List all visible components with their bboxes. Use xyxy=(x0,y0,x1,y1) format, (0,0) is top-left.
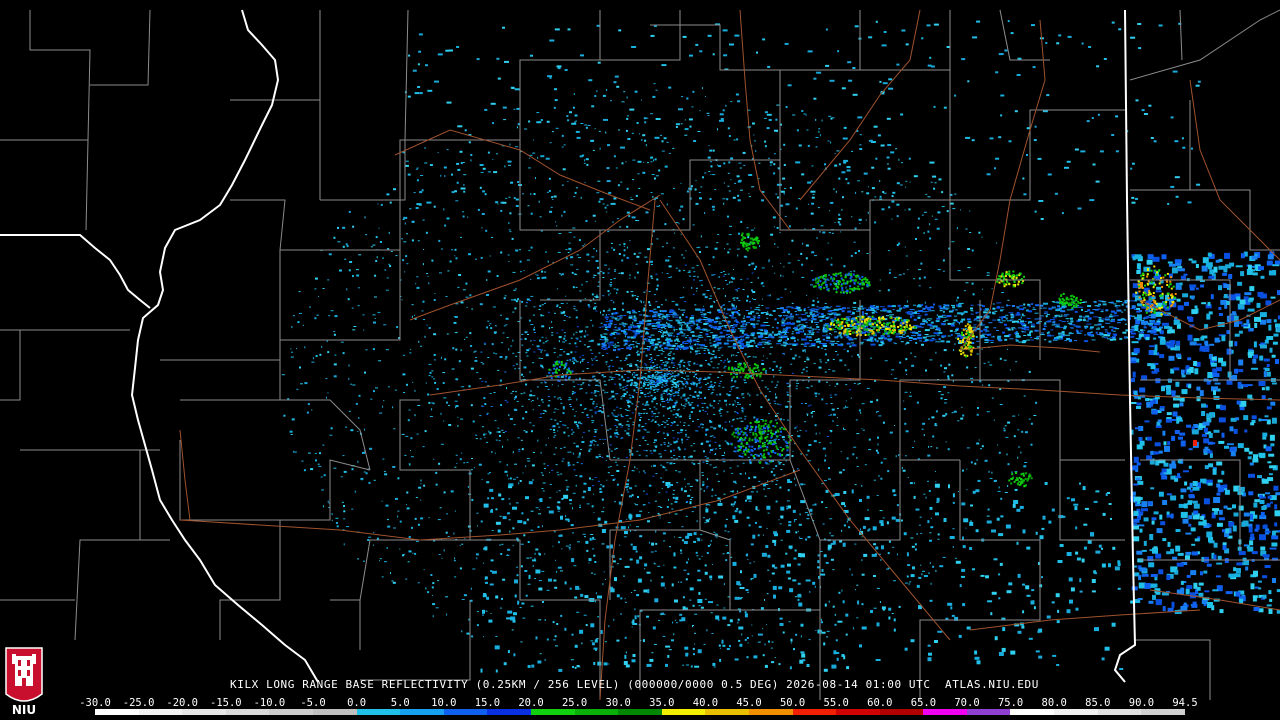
scale-label: 85.0 xyxy=(1085,697,1111,709)
scale-label: -30.0 xyxy=(79,697,111,709)
scale-label: 94.5 xyxy=(1172,697,1198,709)
scale-swatch xyxy=(530,709,575,715)
scale-label: -10.0 xyxy=(253,697,286,709)
scale-swatch xyxy=(966,709,1011,715)
scale-label: 0.0 xyxy=(347,697,367,709)
scale-label: -20.0 xyxy=(166,697,198,709)
scale-label: 35.0 xyxy=(649,697,675,709)
color-scale-labels: -30.0 -25.0 -20.0 -15.0 -10.0 -5.0 0.0 5.0 10.0 1… xyxy=(79,697,1198,709)
scale-swatch xyxy=(792,709,837,715)
scale-label: 20.0 xyxy=(518,697,544,709)
scale-swatch xyxy=(618,709,662,715)
scale-label: 65.0 xyxy=(910,697,937,709)
scale-swatch xyxy=(269,709,313,715)
scale-swatch xyxy=(705,709,749,715)
scale-swatch xyxy=(225,709,270,715)
scale-label: 40.0 xyxy=(692,697,719,709)
scale-label: 75.0 xyxy=(997,697,1024,709)
county-lines xyxy=(0,9,1280,700)
scale-swatch xyxy=(95,709,139,715)
scale-label: 55.0 xyxy=(823,697,849,709)
scale-swatch xyxy=(1054,709,1098,715)
logo-text: NIU xyxy=(12,703,36,717)
scale-label: 15.0 xyxy=(474,697,501,709)
scale-swatch xyxy=(836,709,880,715)
scale-label: -5.0 xyxy=(300,697,326,709)
scale-swatch xyxy=(748,709,793,715)
scale-swatch xyxy=(312,709,357,715)
scale-swatch xyxy=(487,709,531,715)
product-title: KILX LONG RANGE BASE REFLECTIVITY (0.25K… xyxy=(230,678,1039,691)
scale-label: 10.0 xyxy=(431,697,457,709)
scale-swatch xyxy=(182,709,226,715)
color-scale-bar xyxy=(95,709,1185,715)
scale-swatch xyxy=(1141,709,1185,715)
scale-label: 80.0 xyxy=(1041,697,1067,709)
scale-swatch xyxy=(574,709,619,715)
scale-swatch xyxy=(400,709,444,715)
scale-swatch xyxy=(443,709,488,715)
scale-swatch xyxy=(879,709,924,715)
scale-swatch xyxy=(356,709,401,715)
scale-label: 50.0 xyxy=(779,697,806,709)
scale-label: 70.0 xyxy=(954,697,980,709)
scale-label: -15.0 xyxy=(209,697,242,709)
scale-swatch xyxy=(1097,709,1142,715)
scale-label: -25.0 xyxy=(122,697,155,709)
scale-swatch xyxy=(1010,709,1055,715)
scale-swatch xyxy=(138,709,183,715)
scale-label: 90.0 xyxy=(1128,697,1155,709)
scale-swatch xyxy=(923,709,967,715)
scale-label: 30.0 xyxy=(605,697,631,709)
scale-label: 45.0 xyxy=(736,697,762,709)
scale-swatch xyxy=(661,709,706,715)
radar-echoes xyxy=(281,20,1280,673)
scale-label: 5.0 xyxy=(390,697,410,709)
niu-logo: NIU xyxy=(5,647,43,717)
radar-map xyxy=(0,9,1280,701)
scale-label: 60.0 xyxy=(867,697,893,709)
scale-label: 25.0 xyxy=(561,697,588,709)
